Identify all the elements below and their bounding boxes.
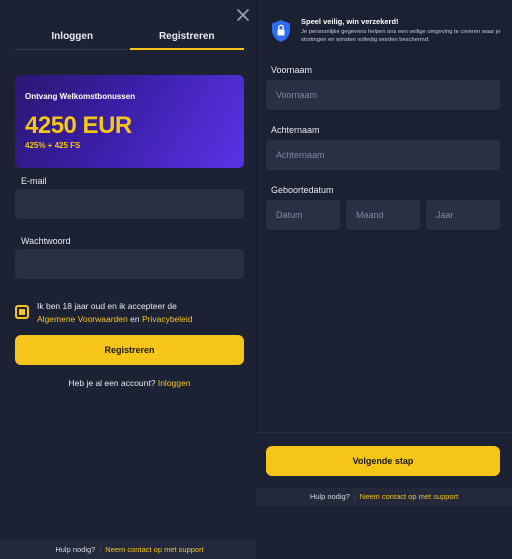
login-prompt: Heb je al een account? Inloggen [15, 378, 244, 388]
email-label: E-mail [21, 176, 47, 186]
right-support-link[interactable]: Neem contact op met support [360, 492, 458, 501]
help-footer-text: Hulp nodig? | Neem contact op met support [55, 545, 204, 554]
terms-checkbox[interactable] [15, 305, 29, 319]
email-field[interactable] [15, 189, 244, 219]
last-name-field[interactable] [266, 140, 500, 170]
terms-link[interactable]: Algemene Voorwaarden [37, 314, 128, 324]
bonus-amount: 4250 EUR [25, 112, 132, 139]
tab-register[interactable]: Registreren [129, 26, 244, 50]
help-text: Hulp nodig? [55, 545, 96, 554]
right-help-text: Hulp nodig? [309, 492, 350, 501]
birth-year-field[interactable] [426, 200, 500, 230]
auth-tabs: Inloggen Registreren [15, 26, 244, 50]
safety-text: Je persoonlijke gegevens helpen ons een … [301, 29, 501, 43]
register-panel: Inloggen Registreren Ontvang Welkomstbon… [0, 0, 259, 559]
next-step-button[interactable]: Volgende stap [266, 446, 500, 476]
birthdate-label: Geboortedatum [271, 185, 334, 195]
login-prompt-text: Heb je al een account? [68, 378, 156, 388]
welcome-bonus-banner: Ontvang Welkomstbonussen 4250 EUR 425% +… [15, 75, 244, 168]
password-field[interactable] [15, 249, 244, 279]
registration-screen: Inloggen Registreren Ontvang Welkomstbon… [0, 0, 512, 559]
privacy-link[interactable]: Privacybeleid [142, 314, 193, 324]
close-icon[interactable] [236, 8, 250, 22]
shield-lock-icon [272, 20, 290, 42]
terms-prefix: Ik ben 18 jaar oud en ik accepteer de [37, 301, 177, 311]
terms-text: Ik ben 18 jaar oud en ik accepteer de Al… [37, 300, 237, 326]
first-name-field[interactable] [266, 80, 500, 110]
terms-and: en [130, 314, 140, 324]
support-link[interactable]: Neem contact op met support [105, 545, 203, 554]
login-link[interactable]: Inloggen [158, 378, 191, 388]
password-label: Wachtwoord [21, 236, 71, 246]
tab-login[interactable]: Inloggen [15, 26, 130, 50]
bonus-subtitle: Ontvang Welkomstbonussen [25, 92, 136, 101]
last-name-label: Achternaam [271, 125, 320, 135]
register-button[interactable]: Registreren [15, 335, 244, 365]
birth-month-field[interactable] [346, 200, 420, 230]
birth-day-field[interactable] [266, 200, 340, 230]
right-help-footer-text: Hulp nodig? | Neem contact op met support [309, 492, 459, 501]
safety-title: Speel veilig, win verzekerd! [301, 17, 399, 26]
bonus-extra: 425% + 425 FS [25, 141, 81, 150]
first-name-label: Voornaam [271, 65, 313, 75]
